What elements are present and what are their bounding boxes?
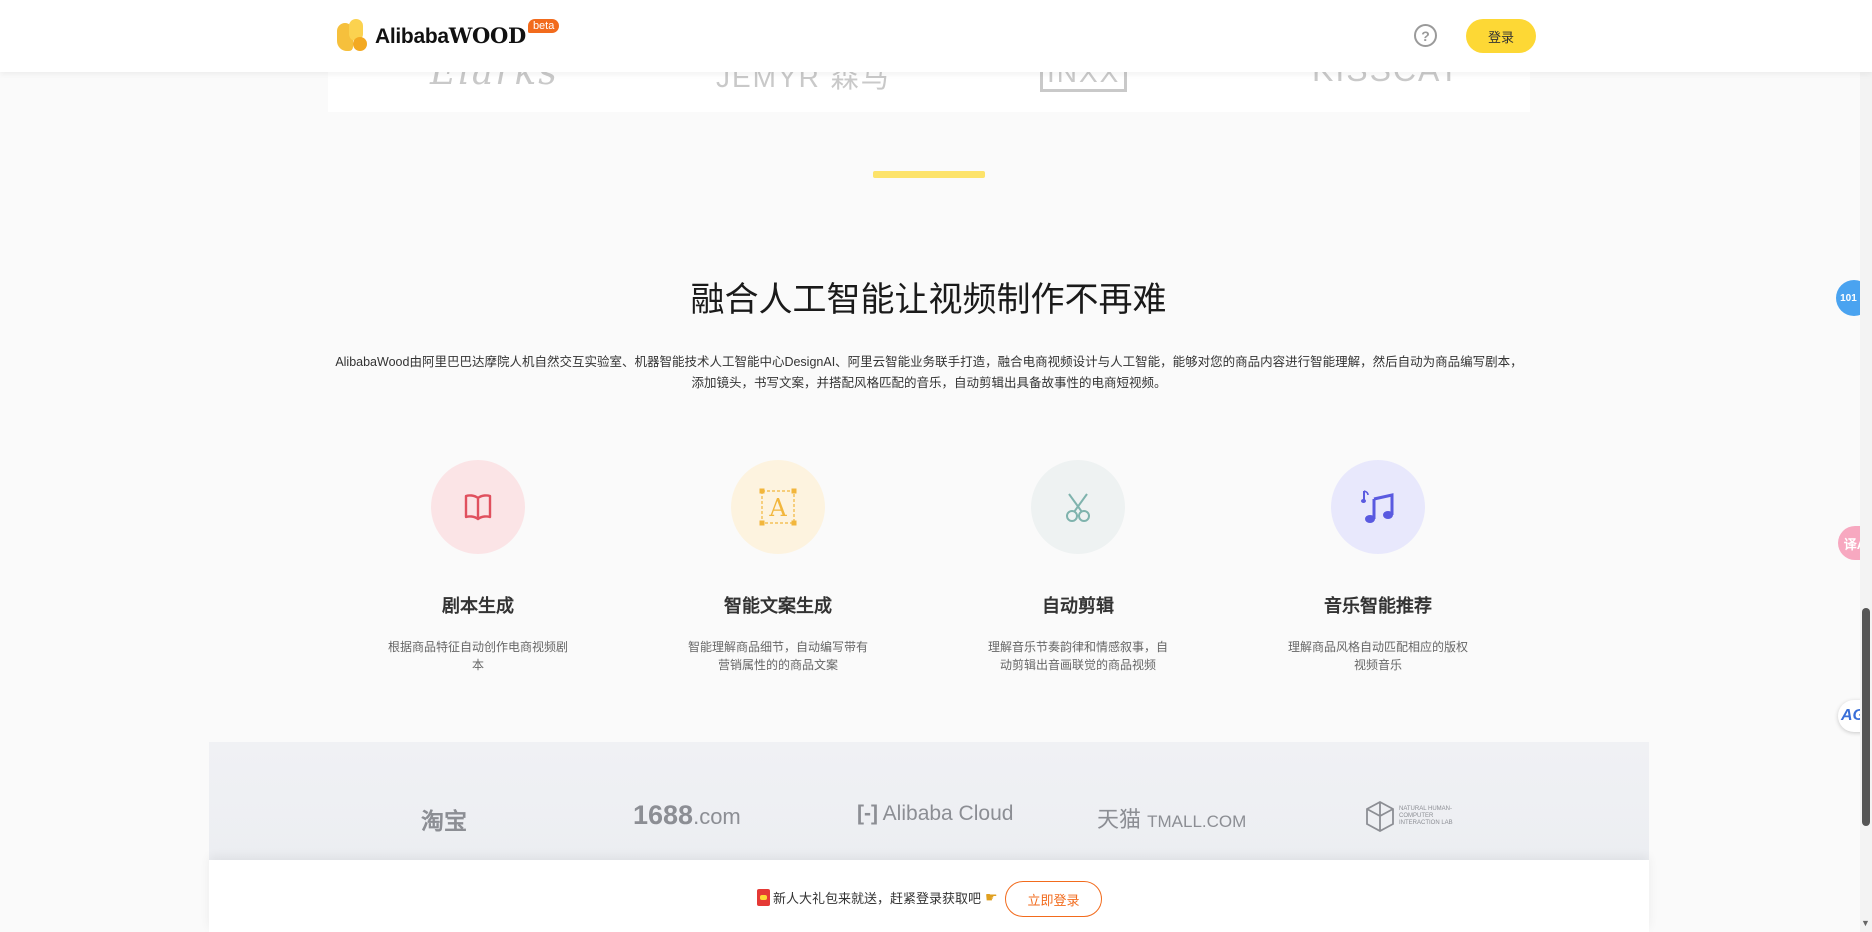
a-glyph: A — [768, 494, 787, 522]
login-now-button[interactable]: 立即登录 — [1005, 881, 1102, 917]
logo-mark-icon — [337, 19, 367, 53]
beta-badge: beta — [527, 19, 560, 33]
feature-title: 音乐智能推荐 — [1324, 596, 1432, 616]
feature-auto-editing: 自动剪辑 理解音乐节奏韵律和情感叙事，自动剪辑出音画联觉的商品视频 — [978, 460, 1178, 674]
partner-logo-strip: 淘宝 1688.com [-] Alibaba Cloud 天猫 TMALL.C… — [209, 742, 1649, 862]
feature-title: 自动剪辑 — [1042, 596, 1114, 616]
scissors-icon — [1031, 460, 1125, 554]
section-description: AlibabaWood由阿里巴巴达摩院人机自然交互实验室、机器智能技术人工智能中… — [335, 355, 1523, 390]
feature-copywriting: A 智能文案生成 智能理解商品细节，自动编写带有营销属性的的商品文案 — [678, 460, 878, 674]
tmall-logo: 天猫 TMALL.COM — [1097, 807, 1247, 832]
promo-message: 新人大礼包来就送，赶紧登录获取吧 ☛ — [757, 888, 998, 907]
text-a-icon: A — [731, 460, 825, 554]
logo-text: AlibabaWOOD — [375, 23, 526, 48]
help-icon[interactable]: ? — [1414, 24, 1437, 47]
feature-description: 根据商品特征自动创作电商视频剧本 — [387, 640, 568, 672]
login-button[interactable]: 登录 — [1466, 19, 1536, 53]
hci-lab-logo: NATURAL HUMAN-COMPUTER INTERACTION LAB — [1365, 800, 1467, 832]
top-header: AlibabaWOOD beta ? 登录 — [0, 0, 1872, 72]
feature-title: 智能文案生成 — [724, 596, 832, 616]
logo-1688: 1688.com — [633, 800, 741, 830]
feature-script-generation: 剧本生成 根据商品特征自动创作电商视频剧本 — [378, 460, 578, 674]
feature-title: 剧本生成 — [442, 596, 514, 616]
pointing-hand-icon: ☛ — [985, 889, 998, 905]
feature-description: 理解音乐节奏韵律和情感叙事，自动剪辑出音画联觉的商品视频 — [987, 640, 1168, 672]
book-icon — [431, 460, 525, 554]
section-divider — [873, 171, 985, 178]
red-envelope-icon — [757, 889, 770, 906]
feature-description: 智能理解商品细节，自动编写带有营销属性的的商品文案 — [687, 640, 868, 672]
feature-music-recommendation: 音乐智能推荐 理解商品风格自动匹配相应的版权视频音乐 — [1278, 460, 1478, 674]
feature-description: 理解商品风格自动匹配相应的版权视频音乐 — [1287, 640, 1468, 672]
new-user-promo-bar: 新人大礼包来就送，赶紧登录获取吧 ☛ 立即登录 — [209, 860, 1649, 932]
scroll-down-arrow-icon[interactable]: ▼ — [1861, 918, 1870, 928]
alibaba-cloud-logo: [-] Alibaba Cloud — [857, 802, 1014, 825]
music-note-icon — [1331, 460, 1425, 554]
section-title: 融合人工智能让视频制作不再难 — [690, 281, 1167, 319]
taobao-logo: 淘宝 — [421, 808, 467, 834]
hci-lab-cube-icon — [1366, 800, 1394, 832]
alibabawood-logo[interactable]: AlibabaWOOD beta — [337, 18, 560, 54]
scrollbar-thumb[interactable] — [1862, 608, 1870, 826]
